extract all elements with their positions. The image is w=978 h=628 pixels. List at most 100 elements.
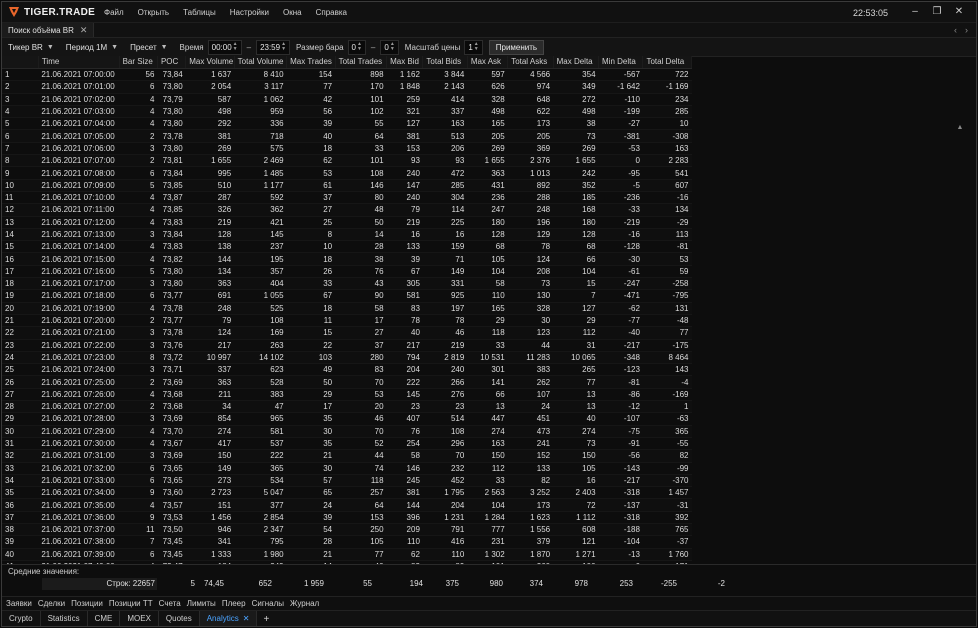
table-row[interactable]: 8 21.06.2021 07:07:00 2 73,81 1 655 2 469 62 10… xyxy=(2,154,692,168)
table-row[interactable]: 33 21.06.2021 07:32:00 6 73,65 149 365 30 74 146… xyxy=(2,462,692,475)
scroll-up-icon[interactable]: ▲ xyxy=(956,124,964,131)
price-scale-input[interactable]: 1 ▲ ▼ xyxy=(464,39,483,55)
column-header[interactable]: Time xyxy=(38,56,120,69)
panel-accounts[interactable]: Счета xyxy=(159,599,181,608)
table-row[interactable]: 27 21.06.2021 07:26:00 4 73,68 211 383 29 53 145… xyxy=(2,388,692,402)
menu-tables[interactable]: Таблицы xyxy=(183,8,216,17)
minimize-icon[interactable]: – xyxy=(904,6,926,17)
menu-help[interactable]: Справка xyxy=(316,8,347,17)
menu-file[interactable]: Файл xyxy=(104,8,124,17)
panel-player[interactable]: Плеер xyxy=(222,599,246,608)
tab-close-icon[interactable]: ✕ xyxy=(243,614,250,623)
table-row[interactable]: 19 21.06.2021 07:18:00 6 73,77 691 1 055 67 90 5… xyxy=(2,289,692,303)
workspace-tab-moex[interactable]: MOEX xyxy=(120,611,159,626)
tab-prev-icon[interactable]: ‹ xyxy=(954,25,957,35)
table-row[interactable]: 32 21.06.2021 07:31:00 3 73,69 150 222 21 44 58 7… xyxy=(2,449,692,463)
spinner-icon[interactable]: ▲ ▼ xyxy=(357,42,362,52)
table-row[interactable]: 9 21.06.2021 07:08:00 6 73,84 995 1 485 53 108 2… xyxy=(2,166,692,180)
workspace-tab-statistics[interactable]: Statistics xyxy=(41,611,88,626)
column-header[interactable]: Total Bids xyxy=(422,56,468,69)
panel-signals[interactable]: Сигналы xyxy=(252,599,284,608)
table-row[interactable]: 20 21.06.2021 07:19:00 4 73,78 248 525 18 58 83 1… xyxy=(2,302,692,315)
column-header[interactable]: Total Volume xyxy=(234,56,288,69)
time-to-input[interactable]: 23:59 ▲ ▼ xyxy=(256,39,291,55)
workspace-tab-analytics[interactable]: Analytics ✕ xyxy=(199,611,258,626)
table-row[interactable]: 4 21.06.2021 07:03:00 4 73,80 498 959 56 102 321… xyxy=(2,105,692,119)
table-row[interactable]: 17 21.06.2021 07:16:00 5 73,80 134 357 26 76 67 1… xyxy=(2,265,692,279)
table-row[interactable]: 16 21.06.2021 07:15:00 4 73,82 144 195 18 38 39 7… xyxy=(2,252,692,266)
workspace-tab-cme[interactable]: CME xyxy=(88,611,121,626)
workspace-tab-quotes[interactable]: Quotes xyxy=(159,611,200,626)
bar-size-from-input[interactable]: 0 ▲ ▼ xyxy=(347,39,366,55)
column-header[interactable]: Max Volume xyxy=(185,56,235,69)
tab-close-icon[interactable]: ✕ xyxy=(80,25,88,36)
table-row[interactable]: 25 21.06.2021 07:24:00 3 73,71 337 623 49 83 204… xyxy=(2,363,692,377)
close-icon[interactable]: ✕ xyxy=(948,6,970,17)
table-row[interactable]: 13 21.06.2021 07:12:00 4 73,83 219 421 25 50 219… xyxy=(2,216,692,229)
table-row[interactable]: 28 21.06.2021 07:27:00 2 73,68 34 47 17 20 23 23 1… xyxy=(2,400,692,414)
column-header[interactable]: Total Delta xyxy=(642,56,692,69)
panel-limits[interactable]: Лимиты xyxy=(187,599,216,608)
table-row[interactable]: 39 21.06.2021 07:38:00 7 73,45 341 795 28 105 11… xyxy=(2,535,692,549)
column-header[interactable]: Bar Size xyxy=(119,56,158,69)
panel-positions[interactable]: Позиции xyxy=(71,599,103,608)
table-row[interactable]: 11 21.06.2021 07:10:00 4 73,87 287 592 37 80 240… xyxy=(2,191,692,205)
tab-next-icon[interactable]: › xyxy=(965,25,968,35)
table-row[interactable]: 6 21.06.2021 07:05:00 2 73,78 381 718 40 64 381 5… xyxy=(2,129,692,143)
table-row[interactable]: 10 21.06.2021 07:09:00 5 73,85 510 1 177 61 146… xyxy=(2,179,692,192)
table-row[interactable]: 24 21.06.2021 07:23:00 8 73,72 10 997 14 102 1… xyxy=(2,351,692,365)
time-from-input[interactable]: 00:00 ▲ ▼ xyxy=(207,39,242,55)
column-header[interactable]: Total Trades xyxy=(335,56,388,69)
bar-size-to-input[interactable]: 0 ▲ ▼ xyxy=(380,39,399,55)
column-header[interactable]: POC xyxy=(157,56,187,69)
table-row[interactable]: 40 21.06.2021 07:39:00 6 73,45 1 333 1 980 21 7… xyxy=(2,548,692,561)
table-row[interactable]: 18 21.06.2021 07:17:00 3 73,80 363 404 33 43 305… xyxy=(2,277,692,291)
table-row[interactable]: 7 21.06.2021 07:06:00 3 73,80 269 575 18 33 153 2… xyxy=(2,142,692,156)
panel-journal[interactable]: Журнал xyxy=(290,599,319,608)
table-row[interactable]: 38 21.06.2021 07:37:00 11 73,50 946 2 347 54 25… xyxy=(2,523,692,537)
table-row[interactable]: 2 21.06.2021 07:01:00 6 73,80 2 054 3 117 77 17… xyxy=(2,80,692,94)
spinner-icon[interactable]: ▲ ▼ xyxy=(233,42,238,52)
column-header[interactable]: Max Delta xyxy=(553,56,600,69)
workspace-tab-crypto[interactable]: Crypto xyxy=(2,611,41,626)
table-row[interactable]: 15 21.06.2021 07:14:00 4 73,83 138 237 10 28 133… xyxy=(2,240,692,254)
period-dropdown[interactable]: Период 1M ▼ xyxy=(66,43,118,52)
panel-deals[interactable]: Сделки xyxy=(38,599,65,608)
column-header[interactable] xyxy=(2,56,39,69)
table-row[interactable]: 14 21.06.2021 07:13:00 3 73,84 128 145 8 14 16 16… xyxy=(2,228,692,242)
spinner-icon[interactable]: ▲ ▼ xyxy=(474,42,479,52)
table-row[interactable]: 35 21.06.2021 07:34:00 9 73,60 2 723 5 047 65 2… xyxy=(2,486,692,500)
panel-orders[interactable]: Заявки xyxy=(6,599,32,608)
column-header[interactable]: Total Asks xyxy=(507,56,554,69)
table-row[interactable]: 31 21.06.2021 07:30:00 4 73,67 417 537 35 52 254… xyxy=(2,437,692,451)
table-row[interactable]: 37 21.06.2021 07:36:00 9 73,53 1 456 2 854 39 1… xyxy=(2,511,692,524)
preset-dropdown[interactable]: Пресет ▼ xyxy=(130,43,167,52)
column-header[interactable]: Max Ask xyxy=(467,56,509,69)
table-row[interactable]: 23 21.06.2021 07:22:00 3 73,76 217 263 22 37 217… xyxy=(2,339,692,352)
table-row[interactable]: 34 21.06.2021 07:33:00 6 73,65 273 534 57 118 24… xyxy=(2,474,692,488)
spinner-icon[interactable]: ▲ ▼ xyxy=(281,42,286,52)
menu-settings[interactable]: Настройки xyxy=(230,8,269,17)
menu-windows[interactable]: Окна xyxy=(283,8,302,17)
table-row[interactable]: 21 21.06.2021 07:20:00 2 73,77 79 108 11 17 78 78… xyxy=(2,314,692,328)
spinner-icon[interactable]: ▲ ▼ xyxy=(390,42,395,52)
column-header[interactable]: Max Bid xyxy=(386,56,424,69)
add-tab-icon[interactable]: + xyxy=(257,614,275,625)
table-row[interactable]: 5 21.06.2021 07:04:00 4 73,80 292 336 39 55 127 1… xyxy=(2,117,692,131)
table-row[interactable]: 22 21.06.2021 07:21:00 3 73,78 124 169 15 27 40 4… xyxy=(2,326,692,340)
table-row[interactable]: 30 21.06.2021 07:29:00 4 73,70 274 581 30 70 76 1… xyxy=(2,425,692,438)
table-row[interactable]: 12 21.06.2021 07:11:00 4 73,85 326 362 27 48 79 1… xyxy=(2,203,692,217)
menu-open[interactable]: Открыть xyxy=(138,8,169,17)
table-row[interactable]: 29 21.06.2021 07:28:00 3 73,69 854 965 35 46 407… xyxy=(2,412,692,426)
column-header[interactable]: Min Delta xyxy=(598,56,644,69)
column-header[interactable]: Max Trades xyxy=(286,56,336,69)
apply-button[interactable]: Применить xyxy=(488,39,545,55)
tab-volume-search[interactable]: Поиск объёма BR ✕ xyxy=(2,23,95,37)
vertical-scrollbar[interactable]: ▲ ▼ xyxy=(956,124,964,564)
ticker-dropdown[interactable]: Тикер BR ▼ xyxy=(8,43,54,52)
table-row[interactable]: 1 21.06.2021 07:00:00 56 73,84 1 637 8 410 154… xyxy=(2,68,692,82)
panel-positions-tt[interactable]: Позиции ТТ xyxy=(109,599,153,608)
table-row[interactable]: 36 21.06.2021 07:35:00 4 73,57 151 377 24 64 144… xyxy=(2,498,692,512)
table-row[interactable]: 26 21.06.2021 07:25:00 2 73,69 363 528 50 70 222… xyxy=(2,375,692,389)
table-row[interactable]: 3 21.06.2021 07:02:00 4 73,79 587 1 062 42 101 2… xyxy=(2,93,692,106)
